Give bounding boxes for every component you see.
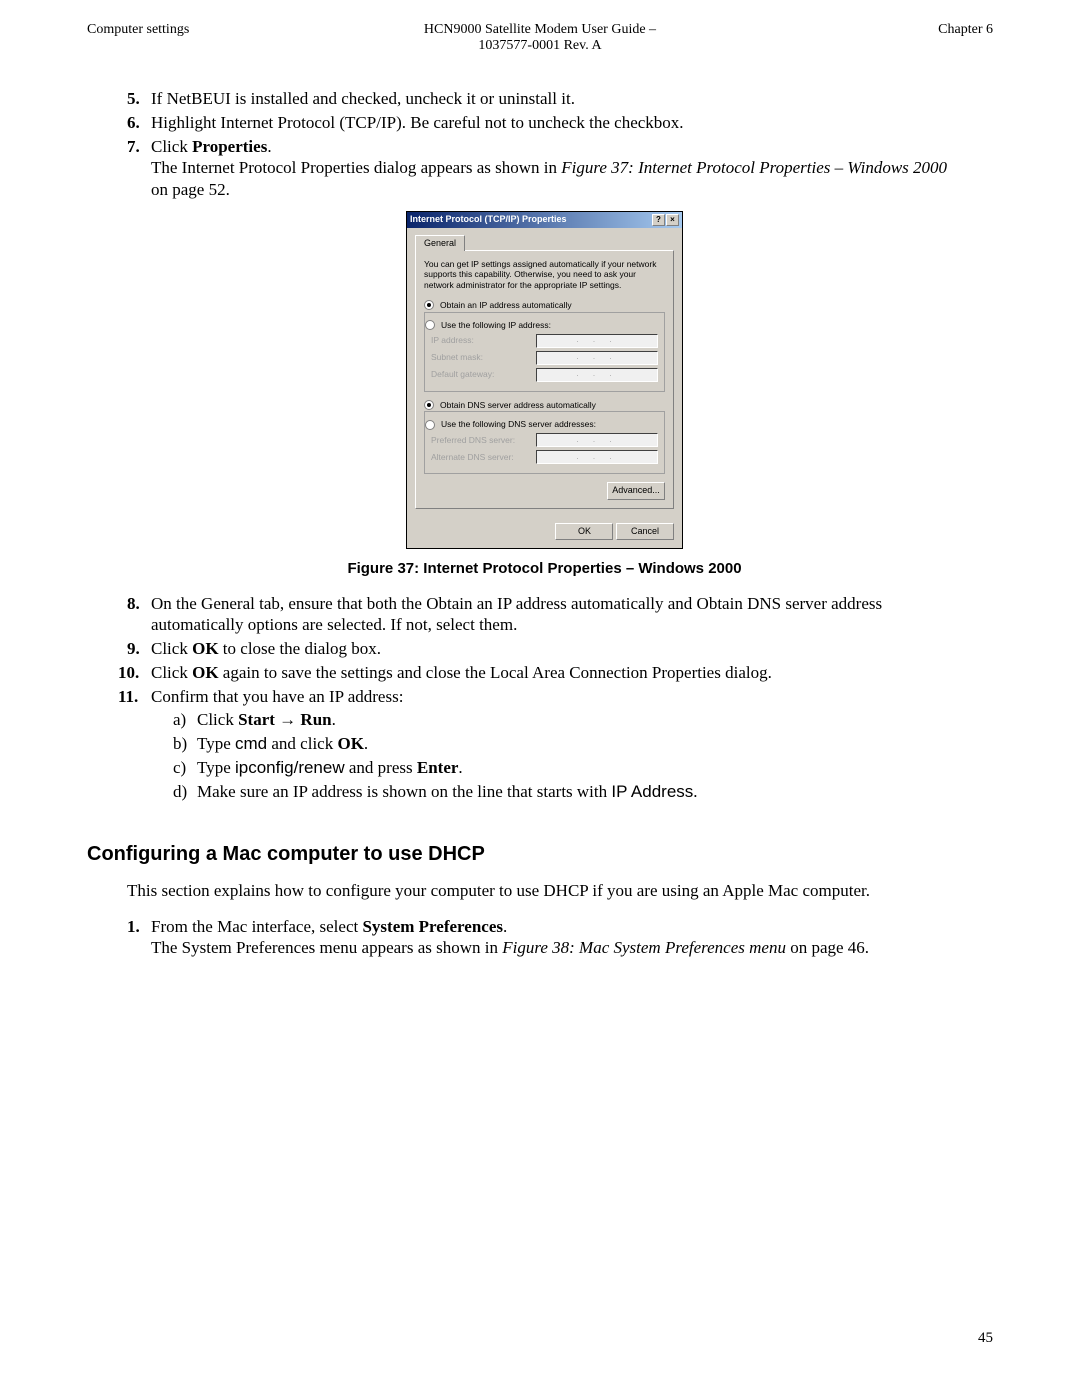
section-mac-intro: This section explains how to configure y… (127, 880, 962, 902)
step-11c: c) Type ipconfig/renew and press Enter. (173, 757, 962, 779)
mac-step-1: 1. From the Mac interface, select System… (127, 916, 962, 960)
ip-properties-dialog: Internet Protocol (TCP/IP) Properties ? … (406, 211, 683, 550)
step-11: 11. Confirm that you have an IP address:… (127, 686, 962, 803)
radio-ip-auto[interactable]: Obtain an IP address automatically (424, 300, 665, 311)
step-7: 7. Click Properties. The Internet Protoc… (127, 136, 962, 201)
page-content: 5.If NetBEUI is installed and checked, u… (127, 88, 962, 961)
subnet-label: Subnet mask: (431, 352, 536, 363)
close-button[interactable]: × (666, 214, 679, 226)
radio-icon (424, 400, 434, 410)
ip-manual-group: Use the following IP address: IP address… (424, 312, 665, 392)
radio-icon (424, 300, 434, 310)
ip-address-field[interactable]: . . . (536, 334, 658, 348)
help-button[interactable]: ? (652, 214, 665, 226)
step-10: 10. Click OK again to save the settings … (127, 662, 962, 684)
step-9: 9. Click OK to close the dialog box. (127, 638, 962, 660)
advanced-button[interactable]: Advanced... (607, 482, 665, 500)
radio-dns-manual[interactable]: Use the following DNS server addresses: (425, 419, 658, 430)
page-number: 45 (978, 1330, 993, 1347)
alt-dns-field[interactable]: . . . (536, 450, 658, 464)
step-6: 6.Highlight Internet Protocol (TCP/IP). … (127, 112, 962, 134)
ok-button[interactable]: OK (555, 523, 613, 541)
subnet-field[interactable]: . . . (536, 351, 658, 365)
step-11d: d) Make sure an IP address is shown on t… (173, 781, 962, 803)
pref-dns-label: Preferred DNS server: (431, 435, 536, 446)
header-rev: 1037577-0001 Rev. A (478, 38, 601, 53)
tab-panel: You can get IP settings assigned automat… (415, 250, 674, 509)
radio-icon (425, 420, 435, 430)
radio-ip-manual[interactable]: Use the following IP address: (425, 320, 658, 331)
header-right: Chapter 6 (938, 22, 993, 38)
section-mac-title: Configuring a Mac computer to use DHCP (87, 842, 962, 868)
step-5: 5.If NetBEUI is installed and checked, u… (127, 88, 962, 110)
gateway-label: Default gateway: (431, 369, 536, 380)
dns-manual-group: Use the following DNS server addresses: … (424, 411, 665, 474)
figure-37: Internet Protocol (TCP/IP) Properties ? … (127, 211, 962, 579)
dialog-title: Internet Protocol (TCP/IP) Properties (410, 214, 651, 226)
header-center: HCN9000 Satellite Modem User Guide – 103… (0, 22, 1080, 54)
step-11b: b) Type cmd and click OK. (173, 733, 962, 755)
step-8: 8.On the General tab, ensure that both t… (127, 593, 962, 637)
header-title: HCN9000 Satellite Modem User Guide – (424, 22, 656, 37)
ip-address-label: IP address: (431, 335, 536, 346)
alt-dns-label: Alternate DNS server: (431, 452, 536, 463)
dialog-titlebar: Internet Protocol (TCP/IP) Properties ? … (407, 212, 682, 228)
figure-caption: Figure 37: Internet Protocol Properties … (127, 559, 962, 578)
cancel-button[interactable]: Cancel (616, 523, 674, 541)
dialog-button-row: OK Cancel (407, 523, 682, 549)
dialog-description: You can get IP settings assigned automat… (424, 259, 665, 290)
radio-dns-auto[interactable]: Obtain DNS server address automatically (424, 400, 665, 411)
gateway-field[interactable]: . . . (536, 368, 658, 382)
step-11a: a) Click Start → Run. (173, 709, 962, 731)
general-tab[interactable]: General (415, 235, 465, 252)
radio-icon (425, 320, 435, 330)
pref-dns-field[interactable]: . . . (536, 433, 658, 447)
